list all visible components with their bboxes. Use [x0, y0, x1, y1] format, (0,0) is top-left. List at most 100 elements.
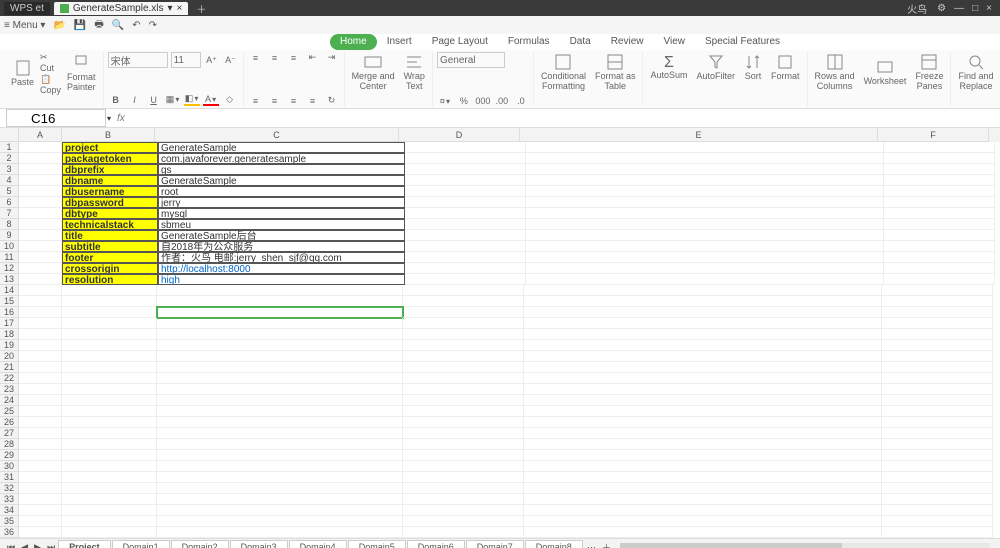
sheet-nav-next-icon[interactable]: ▶ — [34, 542, 41, 548]
cell[interactable] — [403, 351, 524, 362]
row-header[interactable]: 14 — [0, 285, 19, 296]
align-right-icon[interactable]: ≡ — [286, 96, 302, 106]
cell[interactable] — [524, 340, 882, 351]
cell[interactable] — [524, 329, 882, 340]
cell[interactable] — [62, 384, 157, 395]
cell[interactable] — [882, 450, 993, 461]
cell[interactable] — [62, 351, 157, 362]
cell[interactable] — [524, 395, 882, 406]
qat-undo-icon[interactable]: ↶ — [132, 20, 140, 31]
cell[interactable] — [157, 505, 403, 516]
cell[interactable] — [884, 219, 995, 230]
cell[interactable] — [884, 142, 995, 153]
row-header[interactable]: 1 — [0, 142, 19, 153]
cell[interactable] — [882, 351, 993, 362]
row-header[interactable]: 35 — [0, 516, 19, 527]
ribbon-tab-pagelayout[interactable]: Page Layout — [422, 34, 498, 50]
cell[interactable] — [524, 318, 882, 329]
cell[interactable] — [405, 252, 526, 263]
format-as-table-button[interactable]: Format as Table — [592, 52, 639, 93]
cell[interactable] — [157, 395, 403, 406]
orientation-icon[interactable]: ↻ — [324, 95, 340, 106]
cell[interactable]: title — [62, 230, 158, 241]
cell[interactable] — [524, 285, 882, 296]
rows-columns-button[interactable]: Rows and Columns — [812, 52, 858, 93]
cell[interactable] — [403, 384, 524, 395]
cell[interactable] — [403, 329, 524, 340]
cell[interactable] — [62, 472, 157, 483]
cell[interactable]: 作者：火鸟 电邮:jerry_shen_sjf@qq.com — [158, 252, 405, 263]
cell[interactable] — [157, 362, 403, 373]
sheet-nav-first-icon[interactable]: ⏮ — [7, 542, 15, 548]
cell[interactable] — [19, 472, 62, 483]
cell[interactable] — [62, 527, 157, 538]
cell[interactable] — [524, 483, 882, 494]
cell[interactable]: gs — [158, 164, 405, 175]
cell[interactable] — [19, 395, 62, 406]
cell[interactable] — [19, 494, 62, 505]
cell[interactable] — [157, 450, 403, 461]
cell[interactable] — [403, 373, 524, 384]
maximize-icon[interactable]: □ — [972, 3, 978, 14]
cell[interactable] — [19, 153, 62, 164]
cell[interactable] — [19, 318, 62, 329]
cell[interactable] — [526, 230, 884, 241]
cell[interactable]: GenerateSample — [158, 142, 405, 153]
sheet-tab[interactable]: Domain2 — [171, 540, 229, 548]
sheet-nav-last-icon[interactable]: ⏭ — [47, 542, 55, 548]
cell[interactable] — [157, 428, 403, 439]
row-header[interactable]: 13 — [0, 274, 19, 285]
qat-open-icon[interactable]: 📂 — [53, 20, 65, 31]
cell[interactable] — [882, 472, 993, 483]
cell[interactable] — [19, 263, 62, 274]
cell[interactable] — [157, 285, 403, 296]
cell[interactable] — [405, 153, 526, 164]
row-header[interactable]: 29 — [0, 450, 19, 461]
spreadsheet-grid[interactable]: A B C D E F 1projectGenerateSample2packa… — [0, 128, 1000, 538]
cell[interactable] — [526, 175, 884, 186]
cell[interactable]: project — [62, 142, 158, 153]
cell[interactable] — [19, 362, 62, 373]
cell[interactable] — [62, 373, 157, 384]
cell[interactable] — [524, 472, 882, 483]
sheet-tab[interactable]: Project — [58, 540, 111, 548]
cell[interactable] — [403, 362, 524, 373]
cell[interactable] — [62, 406, 157, 417]
cell[interactable]: sbmeu — [158, 219, 405, 230]
dec-inc-icon[interactable]: .00 — [494, 96, 510, 106]
cell[interactable] — [884, 186, 995, 197]
cell[interactable] — [882, 494, 993, 505]
sheet-add-icon[interactable]: ＋ — [602, 541, 611, 548]
qat-save-icon[interactable]: 💾 — [74, 20, 86, 31]
col-header[interactable]: A — [19, 128, 62, 142]
cell[interactable] — [405, 186, 526, 197]
cell[interactable]: subtitle — [62, 241, 158, 252]
cell[interactable] — [157, 373, 403, 384]
cell[interactable] — [19, 516, 62, 527]
row-header[interactable]: 5 — [0, 186, 19, 197]
cell[interactable] — [882, 527, 993, 538]
cell[interactable] — [62, 417, 157, 428]
cell[interactable] — [157, 351, 403, 362]
worksheet-button[interactable]: Worksheet — [861, 57, 910, 88]
cell[interactable] — [157, 340, 403, 351]
cell[interactable] — [526, 197, 884, 208]
align-justify-icon[interactable]: ≡ — [305, 96, 321, 106]
cell[interactable] — [157, 417, 403, 428]
cell[interactable] — [884, 164, 995, 175]
cell[interactable] — [19, 483, 62, 494]
cell[interactable] — [524, 406, 882, 417]
cell[interactable] — [526, 219, 884, 230]
cell[interactable] — [157, 516, 403, 527]
align-top-icon[interactable]: ≡ — [248, 53, 264, 63]
cell[interactable]: com.javaforever.generatesample — [158, 153, 405, 164]
cell[interactable] — [526, 252, 884, 263]
cell[interactable] — [405, 175, 526, 186]
paste-button[interactable]: Paste — [8, 58, 37, 89]
cell[interactable] — [19, 241, 62, 252]
cell[interactable]: packagetoken — [62, 153, 158, 164]
shrink-font-icon[interactable]: A⁻ — [223, 55, 239, 66]
cell[interactable] — [157, 384, 403, 395]
dec-dec-icon[interactable]: .0 — [513, 96, 529, 106]
row-header[interactable]: 21 — [0, 362, 19, 373]
